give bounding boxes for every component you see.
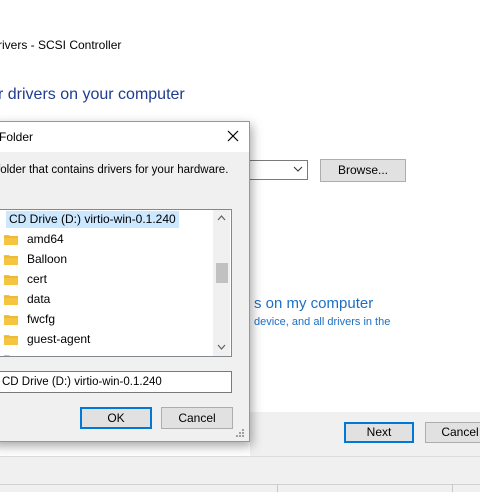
tree-item[interactable]: amd64 — [0, 230, 213, 249]
tree-item-cd-drive[interactable]: CD Drive (D:) virtio-win-0.1.240 — [0, 210, 213, 229]
folder-path-field[interactable]: CD Drive (D:) virtio-win-0.1.240 — [0, 371, 232, 393]
ok-button[interactable]: OK — [80, 407, 152, 429]
folder-icon — [4, 355, 18, 356]
browse-folder-dialog: Folder folder that contains drivers for … — [0, 121, 250, 442]
scroll-thumb[interactable] — [216, 263, 228, 283]
folder-icon — [4, 235, 18, 245]
tree-item-label: amd64 — [27, 232, 64, 246]
status-bar — [0, 484, 480, 492]
folder-icon — [4, 295, 18, 305]
dialog-instruction: folder that contains drivers for your ha… — [0, 164, 229, 176]
pick-from-list-description: device, and all drivers in the — [254, 316, 391, 328]
close-icon[interactable] — [225, 128, 241, 144]
tree-item[interactable]: Balloon — [0, 250, 213, 269]
pick-from-list-link[interactable]: s on my computer — [254, 295, 373, 312]
resize-grip-icon[interactable] — [235, 428, 245, 438]
wizard-title: rivers - SCSI Controller — [0, 38, 122, 52]
tree-item[interactable]: guest-agent — [0, 330, 213, 349]
cancel-button[interactable]: Cancel — [161, 407, 233, 429]
tree-item-label: cert — [27, 272, 48, 286]
divider — [277, 484, 278, 492]
scroll-up-icon[interactable] — [217, 215, 226, 221]
tree-item[interactable]: fwcfg — [0, 310, 213, 329]
wizard-cancel-button[interactable]: Cancel — [425, 422, 480, 443]
scroll-down-icon[interactable] — [217, 344, 226, 350]
divider — [452, 484, 453, 492]
chevron-down-icon — [293, 166, 303, 172]
tree-item-partial — [0, 350, 213, 356]
tree-item-label: guest-agent — [27, 332, 91, 346]
folder-icon — [4, 335, 18, 345]
folder-icon — [4, 315, 18, 325]
folder-icon — [4, 275, 18, 285]
dialog-title: Folder — [0, 130, 34, 144]
tree-item-label: fwcfg — [27, 312, 56, 326]
wizard-heading: r drivers on your computer — [0, 86, 185, 103]
next-button[interactable]: Next — [344, 422, 414, 443]
folder-icon — [4, 255, 18, 265]
tree-item[interactable]: cert — [0, 270, 213, 289]
tree-scrollbar[interactable] — [213, 210, 230, 356]
browse-button[interactable]: Browse... — [320, 159, 406, 182]
folder-tree[interactable]: CD Drive (D:) virtio-win-0.1.240 amd64 B… — [0, 209, 232, 357]
tree-item-label: Balloon — [27, 252, 68, 266]
tree-item-label: data — [27, 292, 51, 306]
tree-item[interactable]: data — [0, 290, 213, 309]
dialog-titlebar — [0, 122, 249, 152]
tree-item-label: CD Drive (D:) virtio-win-0.1.240 — [6, 211, 179, 228]
